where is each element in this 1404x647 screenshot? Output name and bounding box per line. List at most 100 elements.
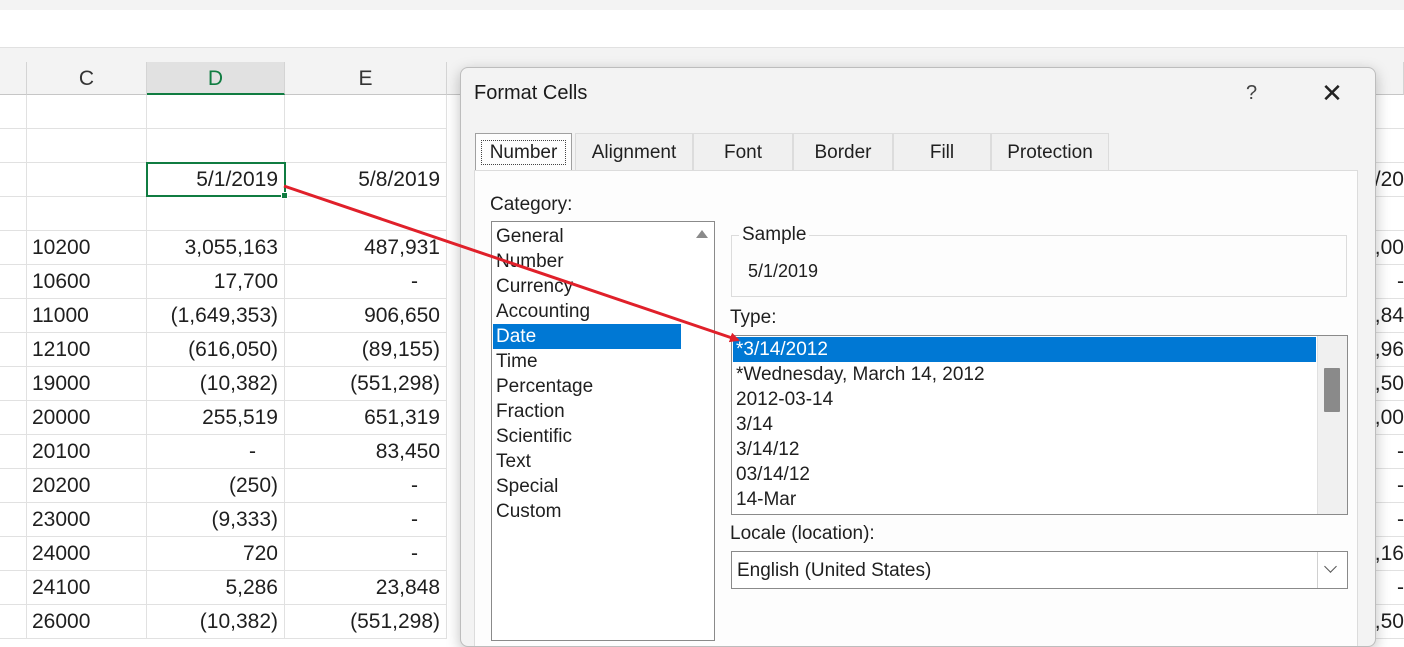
- cell-b[interactable]: [0, 197, 27, 231]
- tab-number[interactable]: Number: [475, 133, 572, 171]
- cell-d[interactable]: (10,382): [147, 605, 285, 639]
- cell-e[interactable]: -: [285, 537, 447, 571]
- help-icon[interactable]: ?: [1246, 82, 1257, 105]
- cell-e[interactable]: (89,155): [285, 333, 447, 367]
- cell-b[interactable]: [0, 333, 27, 367]
- cell-c[interactable]: 24100: [27, 571, 147, 605]
- cell-d[interactable]: (10,382): [147, 367, 285, 401]
- cell-e[interactable]: 906,650: [285, 299, 447, 333]
- category-item-number[interactable]: Number: [493, 249, 681, 274]
- cell-e[interactable]: 23,848: [285, 571, 447, 605]
- locale-dropdown-button[interactable]: [1317, 552, 1347, 588]
- scrollbar-thumb[interactable]: [1324, 368, 1340, 412]
- cell-e[interactable]: [285, 95, 447, 129]
- tab-font[interactable]: Font: [693, 133, 793, 171]
- type-item[interactable]: 14-Mar: [733, 487, 1316, 512]
- cell-b[interactable]: [0, 129, 27, 163]
- column-header-b[interactable]: [0, 62, 27, 95]
- cell-e[interactable]: (551,298): [285, 605, 447, 639]
- type-list[interactable]: *3/14/2012 *Wednesday, March 14, 2012 2012…: [731, 335, 1348, 515]
- cell-b[interactable]: [0, 537, 27, 571]
- cell-d[interactable]: 255,519: [147, 401, 285, 435]
- cell-c[interactable]: 10600: [27, 265, 147, 299]
- type-item[interactable]: 3/14: [733, 412, 1316, 437]
- locale-select[interactable]: English (United States): [731, 551, 1348, 589]
- cell-c[interactable]: 20200: [27, 469, 147, 503]
- cell-d[interactable]: [147, 95, 285, 129]
- category-item-custom[interactable]: Custom: [493, 499, 681, 524]
- cell-c[interactable]: 19000: [27, 367, 147, 401]
- cell-e[interactable]: 651,319: [285, 401, 447, 435]
- cell-c[interactable]: 20100: [27, 435, 147, 469]
- cell-c[interactable]: [27, 163, 147, 197]
- cell-d[interactable]: 5,286: [147, 571, 285, 605]
- cell-b[interactable]: [0, 163, 27, 197]
- cell-c[interactable]: 26000: [27, 605, 147, 639]
- cell-b[interactable]: [0, 231, 27, 265]
- cell-e[interactable]: -: [285, 469, 447, 503]
- type-item[interactable]: 03/14/12: [733, 462, 1316, 487]
- cell-b[interactable]: [0, 265, 27, 299]
- cell-d[interactable]: [147, 129, 285, 163]
- cell-c[interactable]: 20000: [27, 401, 147, 435]
- cell-d[interactable]: (250): [147, 469, 285, 503]
- category-item-general[interactable]: General: [493, 224, 681, 249]
- cell-d[interactable]: (616,050): [147, 333, 285, 367]
- cell-c[interactable]: [27, 95, 147, 129]
- selected-cell-d[interactable]: [146, 162, 286, 197]
- type-item[interactable]: *3/14/2012: [733, 337, 1316, 362]
- cell-b[interactable]: [0, 367, 27, 401]
- type-item[interactable]: 2012-03-14: [733, 387, 1316, 412]
- tab-fill[interactable]: Fill: [893, 133, 991, 171]
- cell-b[interactable]: [0, 299, 27, 333]
- category-item-currency[interactable]: Currency: [493, 274, 681, 299]
- cell-d[interactable]: (1,649,353): [147, 299, 285, 333]
- cell-d[interactable]: 720: [147, 537, 285, 571]
- cell-c[interactable]: 23000: [27, 503, 147, 537]
- cell-b[interactable]: [0, 401, 27, 435]
- tab-alignment[interactable]: Alignment: [575, 133, 693, 171]
- column-header-e[interactable]: E: [285, 62, 447, 95]
- cell-c[interactable]: [27, 129, 147, 163]
- cell-c[interactable]: 10200: [27, 231, 147, 265]
- category-item-time[interactable]: Time: [493, 349, 681, 374]
- formula-bar[interactable]: [0, 10, 1404, 48]
- cell-e[interactable]: 83,450: [285, 435, 447, 469]
- cell-b[interactable]: [0, 469, 27, 503]
- category-item-special[interactable]: Special: [493, 474, 681, 499]
- category-item-accounting[interactable]: Accounting: [493, 299, 681, 324]
- cell-c[interactable]: 12100: [27, 333, 147, 367]
- close-icon[interactable]: ✕: [1317, 78, 1347, 108]
- cell-d[interactable]: -: [147, 435, 285, 469]
- cell-d[interactable]: [147, 197, 285, 231]
- cell-b[interactable]: [0, 435, 27, 469]
- category-item-text[interactable]: Text: [493, 449, 681, 474]
- cell-d[interactable]: 17,700: [147, 265, 285, 299]
- type-item[interactable]: *Wednesday, March 14, 2012: [733, 362, 1316, 387]
- cell-e[interactable]: (551,298): [285, 367, 447, 401]
- category-item-percentage[interactable]: Percentage: [493, 374, 681, 399]
- tab-border[interactable]: Border: [793, 133, 893, 171]
- cell-d[interactable]: 3,055,163: [147, 231, 285, 265]
- cell-b[interactable]: [0, 95, 27, 129]
- scroll-up-arrow-icon[interactable]: [696, 230, 708, 238]
- category-item-scientific[interactable]: Scientific: [493, 424, 681, 449]
- column-header-c[interactable]: C: [27, 62, 147, 95]
- column-header-d[interactable]: D: [147, 62, 285, 95]
- cell-e[interactable]: -: [285, 265, 447, 299]
- cell-c[interactable]: 11000: [27, 299, 147, 333]
- cell-c[interactable]: [27, 197, 147, 231]
- cell-e[interactable]: [285, 197, 447, 231]
- cell-b[interactable]: [0, 571, 27, 605]
- cell-e[interactable]: -: [285, 503, 447, 537]
- cell-d[interactable]: (9,333): [147, 503, 285, 537]
- category-item-fraction[interactable]: Fraction: [493, 399, 681, 424]
- cell-e[interactable]: [285, 129, 447, 163]
- cell-c[interactable]: 24000: [27, 537, 147, 571]
- cell-b[interactable]: [0, 605, 27, 639]
- category-item-date[interactable]: Date: [493, 324, 681, 349]
- cell-e[interactable]: 5/8/2019: [285, 163, 447, 197]
- tab-protection[interactable]: Protection: [991, 133, 1109, 171]
- type-list-scrollbar[interactable]: [1317, 336, 1347, 514]
- type-item[interactable]: 3/14/12: [733, 437, 1316, 462]
